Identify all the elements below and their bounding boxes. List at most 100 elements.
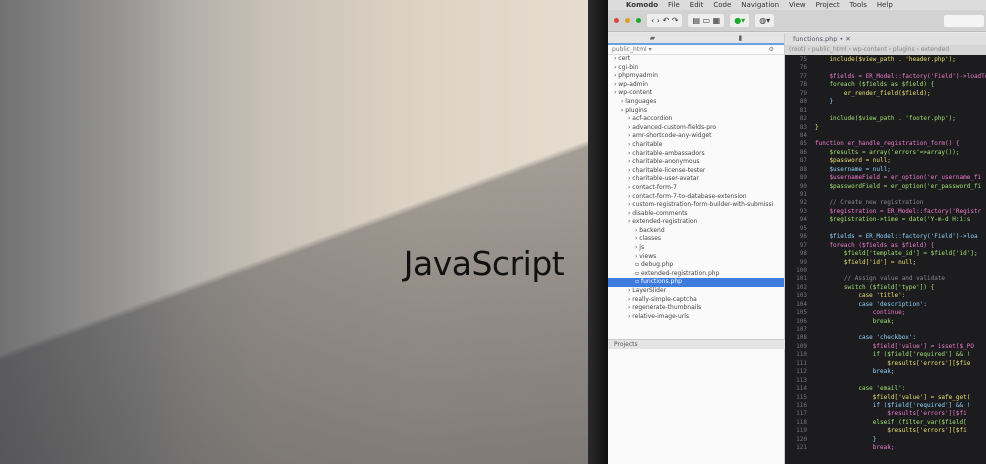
line-number: 108 [796, 334, 807, 342]
line-number: 81 [799, 106, 807, 114]
line-number: 98 [799, 250, 807, 258]
code-line: 92 // Create new registration [785, 199, 986, 207]
caption-title: JavaScript [403, 244, 565, 283]
line-number: 90 [799, 182, 807, 190]
line-number: 118 [796, 418, 807, 426]
code-text: function er_handle_registration_form() { [815, 140, 960, 148]
code-line: 78 foreach ($fields as $field) { [785, 81, 986, 89]
menu-item: Code [713, 1, 732, 9]
code-line: 93 $registration = ER_Model::factory('Re… [785, 208, 986, 216]
code-line: 97 foreach ($fields as $field) { [785, 242, 986, 250]
tree-item: ▫ extended-registration.php [635, 269, 720, 277]
tree-item: › charitable [628, 140, 663, 148]
code-line: 82 include($view_path . 'footer.php'); [785, 115, 986, 123]
file-icon: ▮ [738, 34, 743, 42]
code-area: 75 include($view_path . 'header.php'); 76… [785, 55, 986, 453]
line-number: 95 [799, 224, 807, 232]
code-line: 118 elseif (filter_var($field[ [785, 419, 986, 427]
tree-item: › views [635, 252, 657, 260]
tree-item: › contact-form-7 [628, 183, 677, 191]
wall-background-photo [0, 0, 596, 464]
code-text: break; [815, 444, 895, 452]
line-number: 76 [799, 64, 807, 72]
tree-item: › classes [635, 235, 662, 243]
ide-menubar: Komodo File Edit Code Navigation View Project T… [608, 0, 986, 10]
code-text: $registration->time = date('Y-m-d H:i:s [815, 216, 971, 224]
line-number: 79 [799, 89, 807, 97]
line-number: 119 [796, 427, 807, 435]
code-text: foreach ($fields as $field) { [815, 81, 935, 89]
breadcrumb: (root) › public_html › wp-content › plug… [785, 45, 986, 55]
tree-item: › disable-comments [628, 209, 688, 217]
line-number: 86 [799, 148, 807, 156]
code-line: 96 $fields = ER_Model::factory('Field')-… [785, 233, 986, 241]
tree-item: › regenerate-thumbnails [628, 304, 702, 312]
code-text: elseif (filter_var($field[ [815, 418, 967, 426]
tree-item: › custom-registration-form-builder-with-… [628, 201, 774, 209]
code-text: $registration = ER_Model::factory('Regis… [815, 207, 982, 215]
nav-buttons: ‹ › ↶ ↷ [647, 14, 683, 27]
line-number: 93 [799, 207, 807, 215]
line-number: 96 [799, 233, 807, 241]
code-line: 101 // Assign value and validate [785, 275, 986, 283]
code-text: $field['id'] = null; [815, 258, 917, 266]
tree-item: › plugins [621, 106, 647, 114]
code-line: 87 $password = null; [785, 157, 986, 165]
code-text: foreach ($fields as $field) { [815, 241, 935, 249]
code-line: 115 $field['value'] = safe_get( [785, 394, 986, 402]
tree-item: › contact-form-7-to-database-extension [628, 192, 747, 200]
code-line: 83} [785, 124, 986, 132]
code-text: } [815, 98, 834, 106]
code-text: case 'title': [815, 292, 906, 300]
tree-item: › phpmyadmin [614, 72, 658, 80]
tree-item: › charitable-anonymous [628, 158, 700, 166]
line-number: 87 [799, 157, 807, 165]
code-text: break; [815, 368, 895, 376]
tree-item: › cert [614, 55, 631, 62]
line-number: 85 [799, 140, 807, 148]
line-number: 97 [799, 241, 807, 249]
code-text: switch ($field['type']) { [815, 283, 935, 291]
code-line: 108 case 'checkbox': [785, 334, 986, 342]
places-panel: ▰ ▮ public_html ▾ ⚙ › cert › cgi-bin › phpmy… [608, 33, 785, 464]
line-number: 106 [796, 317, 807, 325]
code-line: 112 break; [785, 368, 986, 376]
tree-item: › relative-image-urls [628, 312, 690, 320]
line-number: 113 [796, 376, 807, 384]
code-text: $results['errors'][$fie [815, 359, 971, 367]
code-line: 99 $field['id'] = null; [785, 259, 986, 267]
code-line: 77 $fields = ER_Model::factory('Field')-… [785, 73, 986, 81]
tree-item: › amr-shortcode-any-widget [628, 132, 712, 140]
code-line: 114 case 'email': [785, 385, 986, 393]
line-number: 104 [796, 300, 807, 308]
gear-icon: ⚙ [768, 46, 774, 53]
tree-item: › backend [635, 226, 665, 234]
editor-tab: functions.php • ✕ [785, 33, 986, 45]
line-number: 94 [799, 216, 807, 224]
code-text: case 'description': [815, 300, 927, 308]
line-number: 120 [796, 435, 807, 443]
tree-item: › charitable-user-avatar [628, 175, 699, 183]
line-number: 116 [796, 401, 807, 409]
menu-item: Edit [689, 1, 704, 9]
file-tree: › cert › cgi-bin › phpmyadmin › wp-admin › w… [608, 55, 784, 321]
code-line: 80 } [785, 98, 986, 106]
tree-item: › wp-admin [614, 80, 648, 88]
code-text: // Create new registration [815, 199, 924, 207]
code-text: if ($field['required'] && ! [815, 401, 971, 409]
tree-item: ▫ functions.php [608, 278, 784, 288]
code-line: 88 $username = null; [785, 166, 986, 174]
code-line: 102 switch ($field['type']) { [785, 284, 986, 292]
panel-title: public_html ▾ [612, 46, 652, 53]
code-line: 119 $results['errors'][$fi [785, 427, 986, 435]
code-line: 100 [785, 267, 986, 275]
code-line: 94 $registration->time = date('Y-m-d H:i… [785, 216, 986, 224]
code-text: $password = null; [815, 157, 891, 165]
code-text: $fields = ER_Model::factory('Field')->lo… [815, 72, 986, 80]
code-line: 103 case 'title': [785, 292, 986, 300]
tree-item: › languages [621, 97, 657, 105]
tree-item: ▫ debug.php [635, 261, 674, 269]
line-number: 102 [796, 283, 807, 291]
code-text: $field['template_id'] = $field['id']; [815, 250, 978, 258]
code-text: $fields = ER_Model::factory('Field')->lo… [815, 233, 978, 241]
